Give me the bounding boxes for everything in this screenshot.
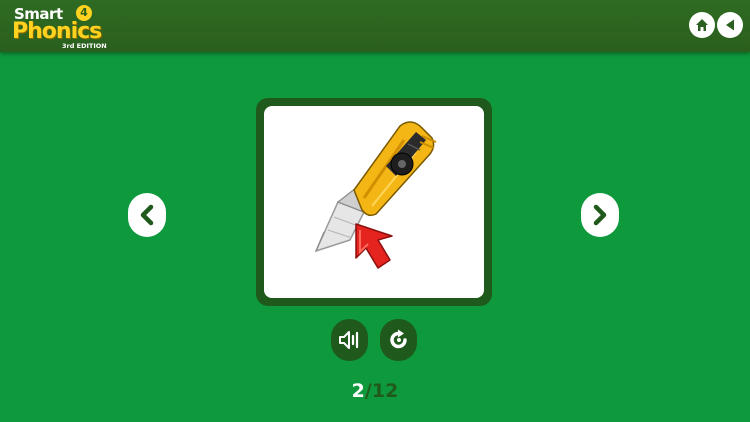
back-button[interactable] bbox=[717, 12, 743, 38]
total-pages: 12 bbox=[371, 380, 399, 402]
current-page: 2 bbox=[351, 380, 365, 402]
sound-button[interactable] bbox=[331, 319, 368, 361]
replay-button[interactable] bbox=[380, 319, 417, 361]
home-icon bbox=[696, 19, 708, 31]
smart-phonics-logo: Smart 4 Phonics 3rd EDITION bbox=[12, 3, 107, 51]
flashcard bbox=[256, 98, 492, 306]
replay-icon bbox=[389, 329, 407, 349]
page-separator: / bbox=[364, 380, 372, 402]
chevron-left-icon bbox=[140, 204, 154, 226]
top-bar: Smart 4 Phonics 3rd EDITION bbox=[0, 0, 750, 52]
next-button[interactable] bbox=[581, 193, 619, 237]
home-button[interactable] bbox=[689, 12, 715, 38]
logo-edition: 3rd EDITION bbox=[62, 42, 107, 50]
speaker-icon bbox=[338, 331, 358, 349]
page-counter: 2/12 bbox=[0, 380, 750, 402]
utility-knife-illustration bbox=[314, 121, 437, 269]
triangle-left-icon bbox=[726, 19, 734, 31]
logo-product-name: Phonics bbox=[12, 19, 102, 44]
flashcard-image-area bbox=[264, 106, 484, 298]
previous-button[interactable] bbox=[128, 193, 166, 237]
chevron-right-icon bbox=[593, 204, 607, 226]
